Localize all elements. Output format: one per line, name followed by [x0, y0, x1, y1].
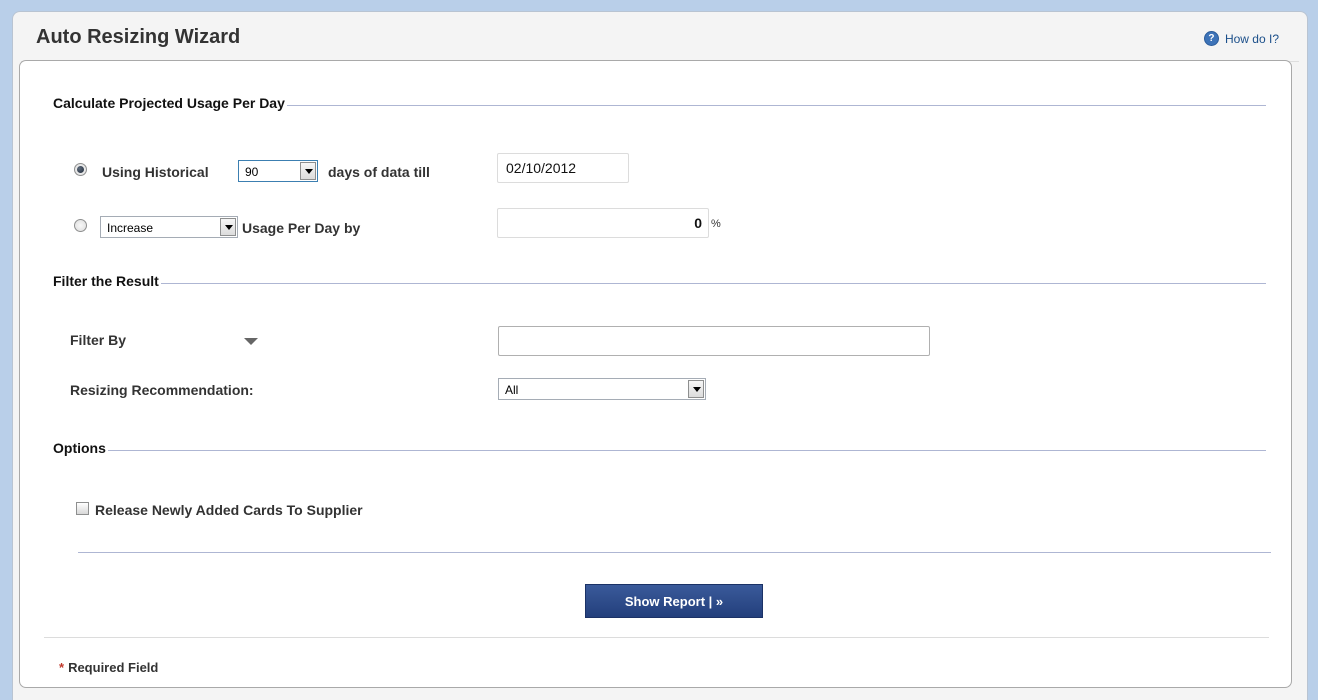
days-select-value: 90: [245, 165, 259, 179]
release-cards-label: Release Newly Added Cards To Supplier: [95, 502, 363, 518]
release-cards-checkbox[interactable]: [76, 502, 89, 515]
chevron-down-icon: [244, 338, 258, 345]
historical-radio[interactable]: [74, 163, 87, 176]
show-report-button[interactable]: Show Report | »: [585, 584, 763, 618]
filter-by-value: Filter By: [70, 332, 127, 348]
recommendation-select-value: All: [505, 383, 519, 397]
required-field-note: * Required Field: [59, 660, 158, 675]
adjust-suffix-label: Usage Per Day by: [242, 220, 361, 236]
help-link-label: How do I?: [1224, 31, 1279, 46]
section-divider-filter: [53, 283, 1266, 284]
footer-divider: [44, 637, 1269, 638]
recommendation-select[interactable]: All: [498, 378, 706, 400]
section-title-usage: Calculate Projected Usage Per Day: [53, 95, 287, 111]
section-divider-options: [53, 450, 1266, 451]
historical-label: Using Historical: [102, 164, 209, 180]
percent-input[interactable]: 0: [497, 208, 709, 238]
recommendation-label: Resizing Recommendation:: [70, 382, 254, 398]
filter-by-select[interactable]: Filter By: [70, 332, 258, 352]
help-link[interactable]: ? How do I?: [1203, 31, 1279, 46]
adjust-select[interactable]: Increase: [100, 216, 238, 238]
page-title: Auto Resizing Wizard: [36, 26, 241, 48]
adjust-radio[interactable]: [74, 219, 87, 232]
required-field-label: Required Field: [68, 660, 159, 675]
actions-divider: [78, 552, 1271, 553]
percent-value: 0: [694, 215, 702, 231]
section-title-filter: Filter the Result: [53, 273, 161, 289]
chevron-down-icon: [300, 162, 316, 180]
chevron-down-icon: [220, 218, 236, 236]
days-suffix-label: days of data till: [328, 164, 430, 180]
section-title-options: Options: [53, 440, 108, 456]
required-star: *: [59, 660, 65, 675]
days-select[interactable]: 90: [238, 160, 318, 182]
question-circle-icon: ?: [1203, 31, 1219, 46]
adjust-select-value: Increase: [107, 221, 154, 235]
filter-text-input[interactable]: [498, 326, 930, 356]
till-date-value: 02/10/2012: [506, 160, 577, 176]
till-date-input[interactable]: 02/10/2012: [497, 153, 629, 183]
percent-symbol: %: [711, 218, 721, 230]
chevron-down-icon: [688, 380, 704, 398]
